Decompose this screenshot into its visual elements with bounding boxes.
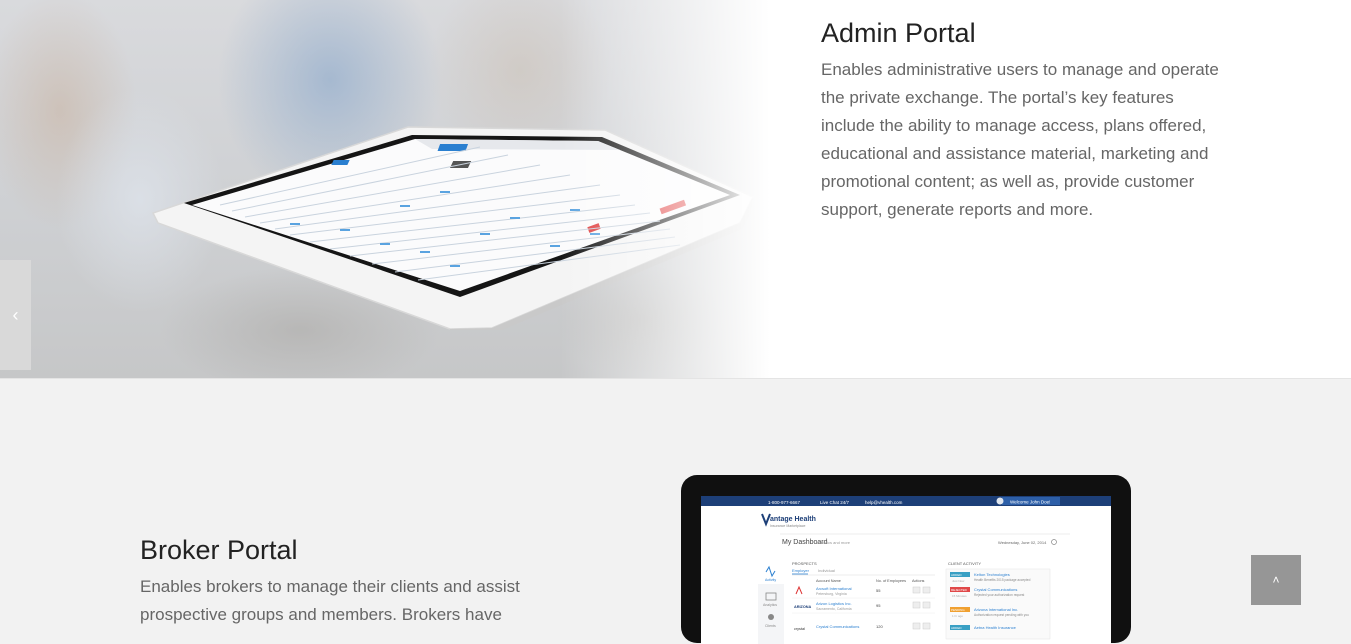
row-1-place: Petersburg, Virginia	[816, 592, 847, 596]
col-account-name: Account Name	[816, 579, 841, 583]
row-3-name: Crystal Communications	[816, 624, 859, 629]
nav-clients-label: Clients	[765, 624, 776, 628]
row-3-count: 120	[876, 624, 883, 629]
activity-3-time: 1 hr ago	[952, 614, 963, 618]
admin-portal-section: Admin Portal Enables administrative user…	[0, 0, 1351, 379]
activity-3-tag: PENDING	[951, 608, 965, 612]
broker-portal-text: Broker Portal Enables brokers to manage …	[140, 533, 540, 629]
activity-1-tag: ADDED	[951, 573, 962, 577]
broker-portal-title: Broker Portal	[140, 535, 298, 565]
nav-analytics-label: Analytics	[763, 603, 777, 607]
activity-4-name: Aetna Health Insurance	[974, 625, 1017, 630]
laptop-broker-portal-mockup: 1-800-977-6667 Live Chat 24/7 help@vheal…	[681, 475, 1131, 644]
admin-portal-text: Admin Portal Enables administrative user…	[821, 16, 1221, 224]
chevron-up-icon: ˄	[1272, 573, 1280, 587]
welcome-text: Welcome John Doe!	[1010, 500, 1050, 505]
activity-2-desc: Rejected your authorization request	[974, 593, 1024, 597]
tab-employer: Employer	[792, 568, 810, 573]
activity-1-desc: Health Benefits 2015 package accepted	[974, 578, 1031, 582]
row-1-count: 55	[876, 588, 881, 593]
scroll-to-top-button[interactable]: ˄	[1251, 555, 1301, 605]
tab-individual: Individual	[818, 568, 835, 573]
admin-portal-description: Enables administrative users to manage a…	[821, 60, 1219, 219]
activity-1-time: Just Now	[952, 579, 965, 583]
clients-icon	[768, 614, 774, 620]
svg-text:crystal: crystal	[794, 627, 805, 631]
logo-text: antage Health	[770, 516, 816, 523]
activity-4-tag: ADDED	[951, 626, 962, 630]
col-actions: Actions	[912, 579, 925, 583]
admin-portal-hero-image	[0, 0, 770, 378]
hero-fade-overlay	[560, 0, 770, 378]
chevron-left-icon: ‹	[12, 304, 19, 325]
admin-portal-title: Admin Portal	[821, 18, 976, 48]
svg-text:ARIZONA: ARIZONA	[794, 605, 812, 609]
row-2-count: 95	[876, 603, 881, 608]
row-2-place: Sacramento, California	[816, 607, 852, 611]
nav-activity-label: Activity	[765, 578, 776, 582]
phone-number-text: 1-800-977-6667	[768, 500, 801, 505]
slider-prev-button[interactable]: ‹	[0, 260, 31, 370]
activity-2-name: Crystal Communications	[974, 587, 1017, 592]
activity-3-name: Arizona International Inc.	[974, 607, 1018, 612]
logo-subtext: Insurance Marketplace	[770, 524, 805, 528]
activity-2-time: 15 Minutes	[952, 594, 967, 598]
activity-3-desc: Authorization request pending with you	[974, 613, 1029, 617]
avatar	[996, 497, 1004, 505]
row-2-name: Arizon Logistics Inc.	[816, 601, 852, 606]
col-employees: No. of Employees	[876, 579, 906, 583]
activity-2-tag: REJECTED	[951, 588, 968, 592]
client-activity-label: CLIENT ACTIVITY	[948, 561, 981, 566]
live-chat-text: Live Chat 24/7	[820, 500, 850, 505]
activity-1-name: Kelton Technologies	[974, 572, 1010, 577]
broker-portal-description: Enables brokers to manage their clients …	[140, 577, 520, 624]
dashboard-subtitle: Statistics and more	[816, 540, 851, 545]
prospects-label: PROSPECTS	[792, 561, 817, 566]
dashboard-date: Wednesday, June 02, 2014	[998, 540, 1047, 545]
row-1-name: Arcsoft International	[816, 586, 852, 591]
help-email-text: help@vhealth.com	[865, 500, 903, 505]
